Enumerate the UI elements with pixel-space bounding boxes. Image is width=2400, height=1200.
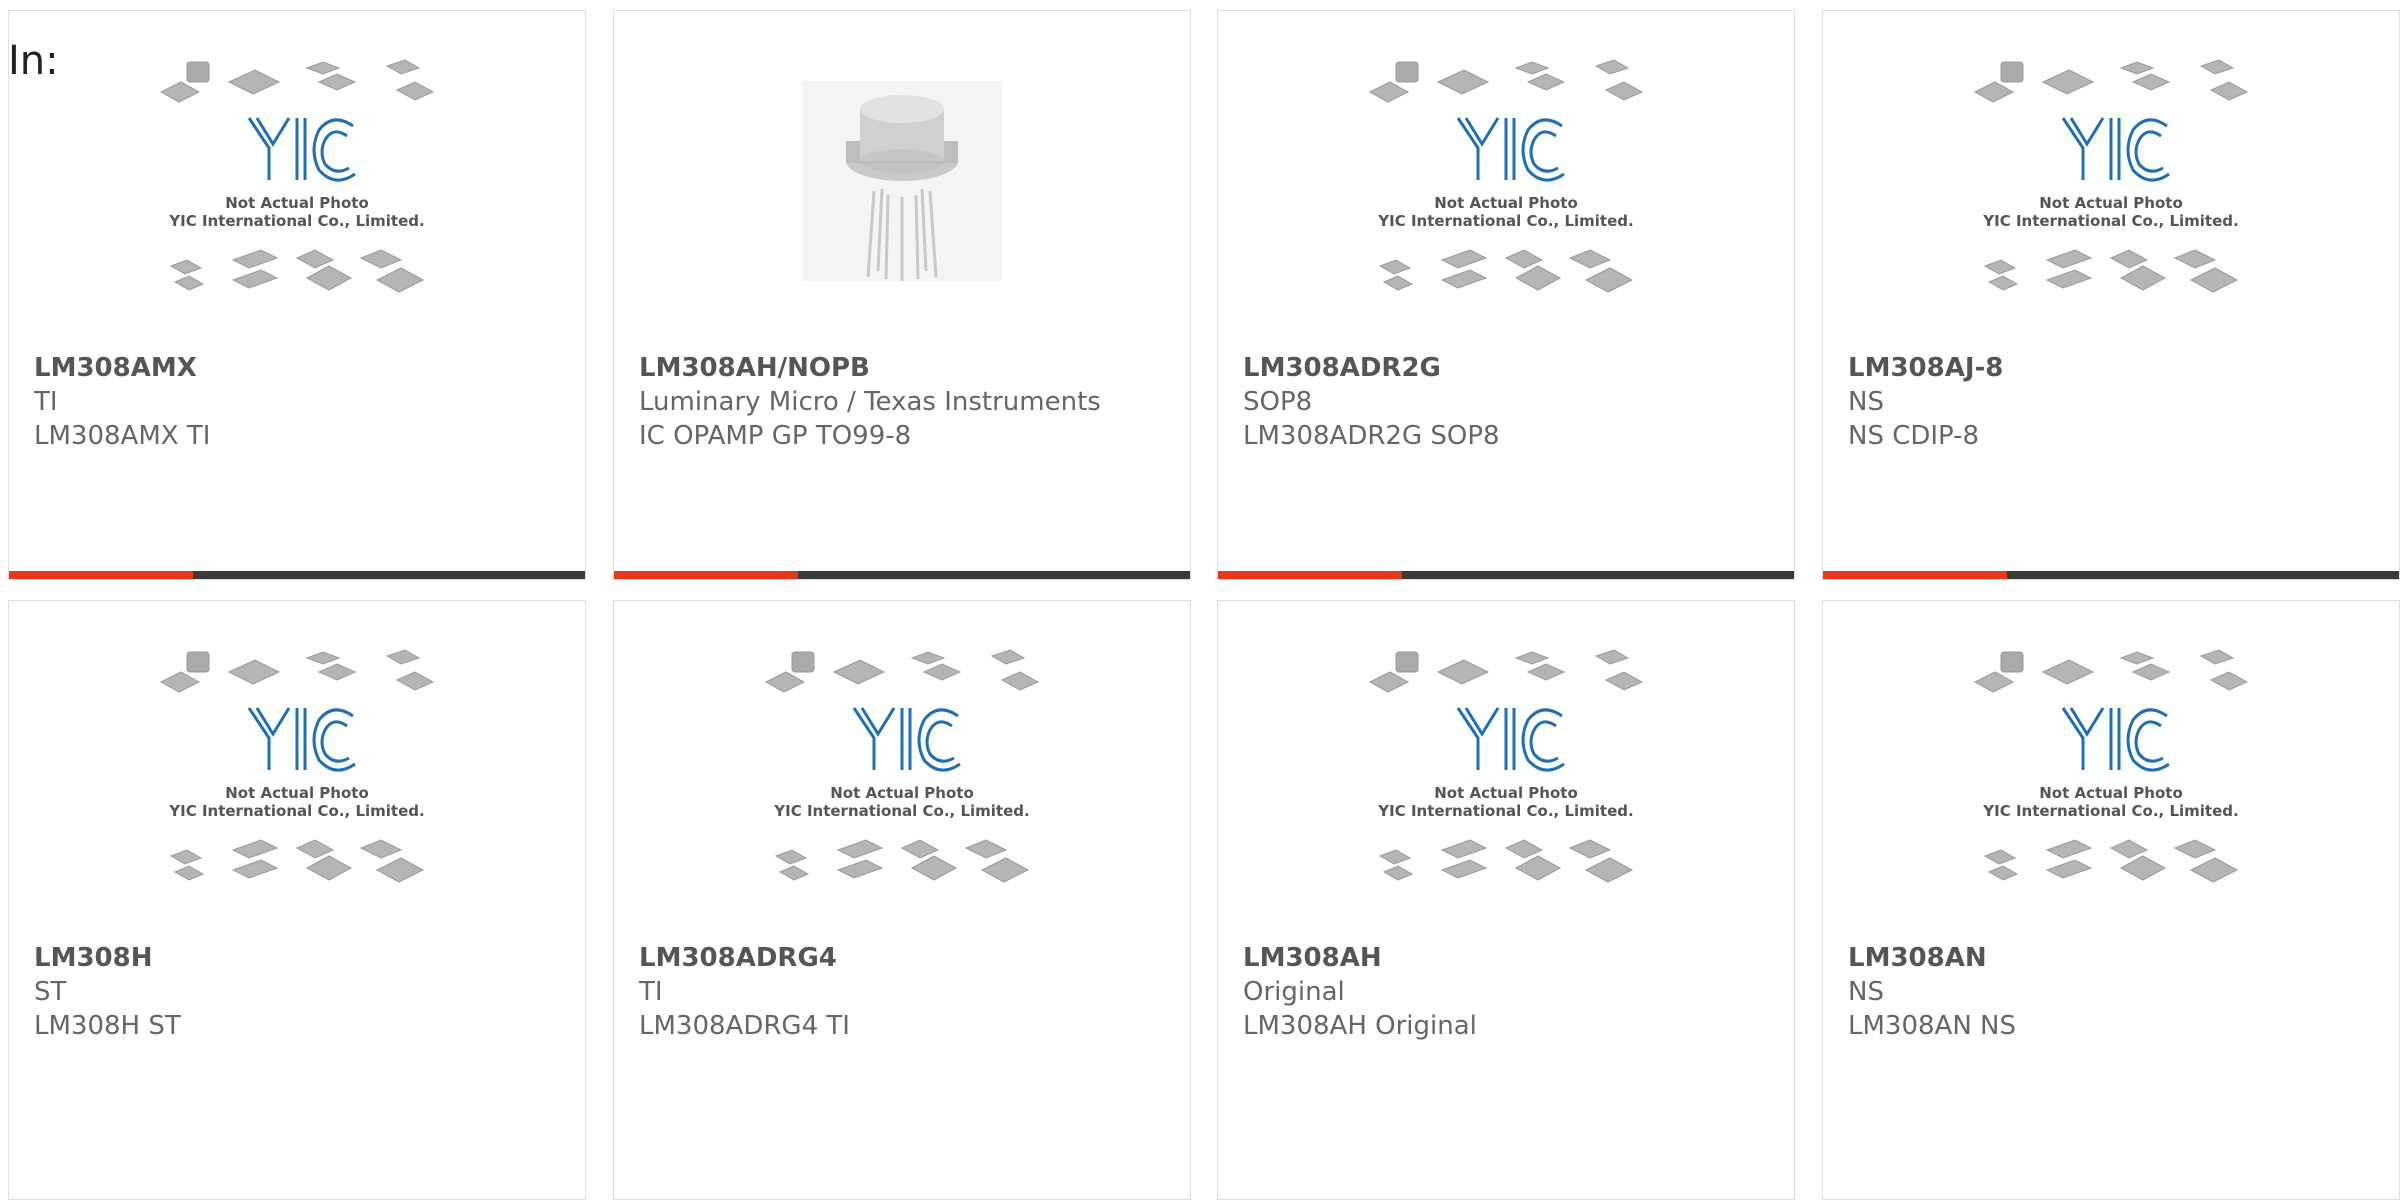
svg-text:Not Actual Photo: Not Actual Photo <box>225 784 369 802</box>
card-bottom-bar <box>614 571 1190 579</box>
product-card[interactable]: Not Actual Photo YIC International Co., … <box>1217 600 1795 1200</box>
svg-text:YIC International Co., Limited: YIC International Co., Limited. <box>1377 212 1633 230</box>
card-bar-accent <box>9 571 194 579</box>
svg-text:Not Actual Photo: Not Actual Photo <box>225 194 369 212</box>
product-details: LM308ADRG4 TI LM308ADRG4 TI <box>639 941 1165 1043</box>
svg-text:Not Actual Photo: Not Actual Photo <box>1434 784 1578 802</box>
svg-text:Not Actual Photo: Not Actual Photo <box>830 784 974 802</box>
svg-text:YIC International Co., Limited: YIC International Co., Limited. <box>1377 802 1633 820</box>
card-bar-accent <box>614 571 799 579</box>
not-actual-photo-image[interactable]: Not Actual Photo YIC International Co., … <box>614 601 1190 941</box>
manufacturer: NS <box>1848 387 1884 417</box>
card-bottom-bar <box>1218 571 1794 579</box>
product-description: LM308AMX TI <box>34 421 211 451</box>
not-actual-photo-image[interactable]: Not Actual Photo YIC International Co., … <box>9 11 585 351</box>
product-details: LM308ADR2G SOP8 LM308ADR2G SOP8 <box>1243 351 1769 453</box>
svg-text:YIC International Co., Limited: YIC International Co., Limited. <box>1982 802 2238 820</box>
product-description: LM308ADR2G SOP8 <box>1243 421 1500 451</box>
product-card[interactable]: Not Actual Photo YIC International Co., … <box>1822 10 2400 580</box>
part-number-link[interactable]: LM308AMX <box>34 351 560 385</box>
manufacturer: Luminary Micro / Texas Instruments <box>639 387 1101 417</box>
product-card[interactable]: LM308AH/NOPB Luminary Micro / Texas Instr… <box>613 10 1191 580</box>
product-card[interactable]: Not Actual Photo YIC International Co., … <box>613 600 1191 1200</box>
card-bottom-bar <box>9 571 585 579</box>
part-number-link[interactable]: LM308ADR2G <box>1243 351 1769 385</box>
part-number-link[interactable]: LM308H <box>34 941 560 975</box>
product-description: NS CDIP-8 <box>1848 421 1980 451</box>
part-number-link[interactable]: LM308AH <box>1243 941 1769 975</box>
svg-text:YIC International Co., Limited: YIC International Co., Limited. <box>168 212 424 230</box>
svg-text:YIC International Co., Limited: YIC International Co., Limited. <box>773 802 1029 820</box>
manufacturer: TI <box>34 387 58 417</box>
svg-text:Not Actual Photo: Not Actual Photo <box>1434 194 1578 212</box>
part-number-link[interactable]: LM308AH/NOPB <box>639 351 1165 385</box>
part-number-link[interactable]: LM308AJ-8 <box>1848 351 2374 385</box>
svg-text:YIC International Co., Limited: YIC International Co., Limited. <box>168 802 424 820</box>
card-bottom-bar <box>1823 571 2399 579</box>
section-heading: In: <box>8 38 59 84</box>
not-actual-photo-image[interactable]: Not Actual Photo YIC International Co., … <box>1823 11 2399 351</box>
product-details: LM308H ST LM308H ST <box>34 941 560 1043</box>
product-card[interactable]: Not Actual Photo YIC International Co., … <box>1217 10 1795 580</box>
not-actual-photo-image[interactable]: Not Actual Photo YIC International Co., … <box>1823 601 2399 941</box>
not-actual-photo-image[interactable]: Not Actual Photo YIC International Co., … <box>1218 11 1794 351</box>
manufacturer: TI <box>639 977 663 1007</box>
part-number-link[interactable]: LM308AN <box>1848 941 2374 975</box>
card-bar-accent <box>1218 571 1403 579</box>
manufacturer: SOP8 <box>1243 387 1313 417</box>
product-photo[interactable] <box>614 11 1190 351</box>
product-description: LM308ADRG4 TI <box>639 1011 850 1041</box>
product-details: LM308AH Original LM308AH Original <box>1243 941 1769 1043</box>
not-actual-photo-image[interactable]: Not Actual Photo YIC International Co., … <box>1218 601 1794 941</box>
card-bar-accent <box>1823 571 2008 579</box>
product-card[interactable]: Not Actual Photo YIC International Co., … <box>8 600 586 1200</box>
product-description: IC OPAMP GP TO99-8 <box>639 421 912 451</box>
svg-text:YIC International Co., Limited: YIC International Co., Limited. <box>1982 212 2238 230</box>
product-details: LM308AJ-8 NS NS CDIP-8 <box>1848 351 2374 453</box>
product-description: LM308AN NS <box>1848 1011 2016 1041</box>
product-details: LM308AH/NOPB Luminary Micro / Texas Instr… <box>639 351 1165 453</box>
not-actual-photo-image[interactable]: Not Actual Photo YIC International Co., … <box>9 601 585 941</box>
manufacturer: ST <box>34 977 67 1007</box>
svg-text:Not Actual Photo: Not Actual Photo <box>2039 784 2183 802</box>
manufacturer: Original <box>1243 977 1345 1007</box>
product-card[interactable]: Not Actual Photo YIC International Co., … <box>1822 600 2400 1200</box>
product-description: LM308AH Original <box>1243 1011 1477 1041</box>
manufacturer: NS <box>1848 977 1884 1007</box>
product-description: LM308H ST <box>34 1011 181 1041</box>
svg-text:Not Actual Photo: Not Actual Photo <box>2039 194 2183 212</box>
product-details: LM308AN NS LM308AN NS <box>1848 941 2374 1043</box>
product-card[interactable]: Not Actual Photo YIC International Co., … <box>8 10 586 580</box>
product-details: LM308AMX TI LM308AMX TI <box>34 351 560 453</box>
part-number-link[interactable]: LM308ADRG4 <box>639 941 1165 975</box>
